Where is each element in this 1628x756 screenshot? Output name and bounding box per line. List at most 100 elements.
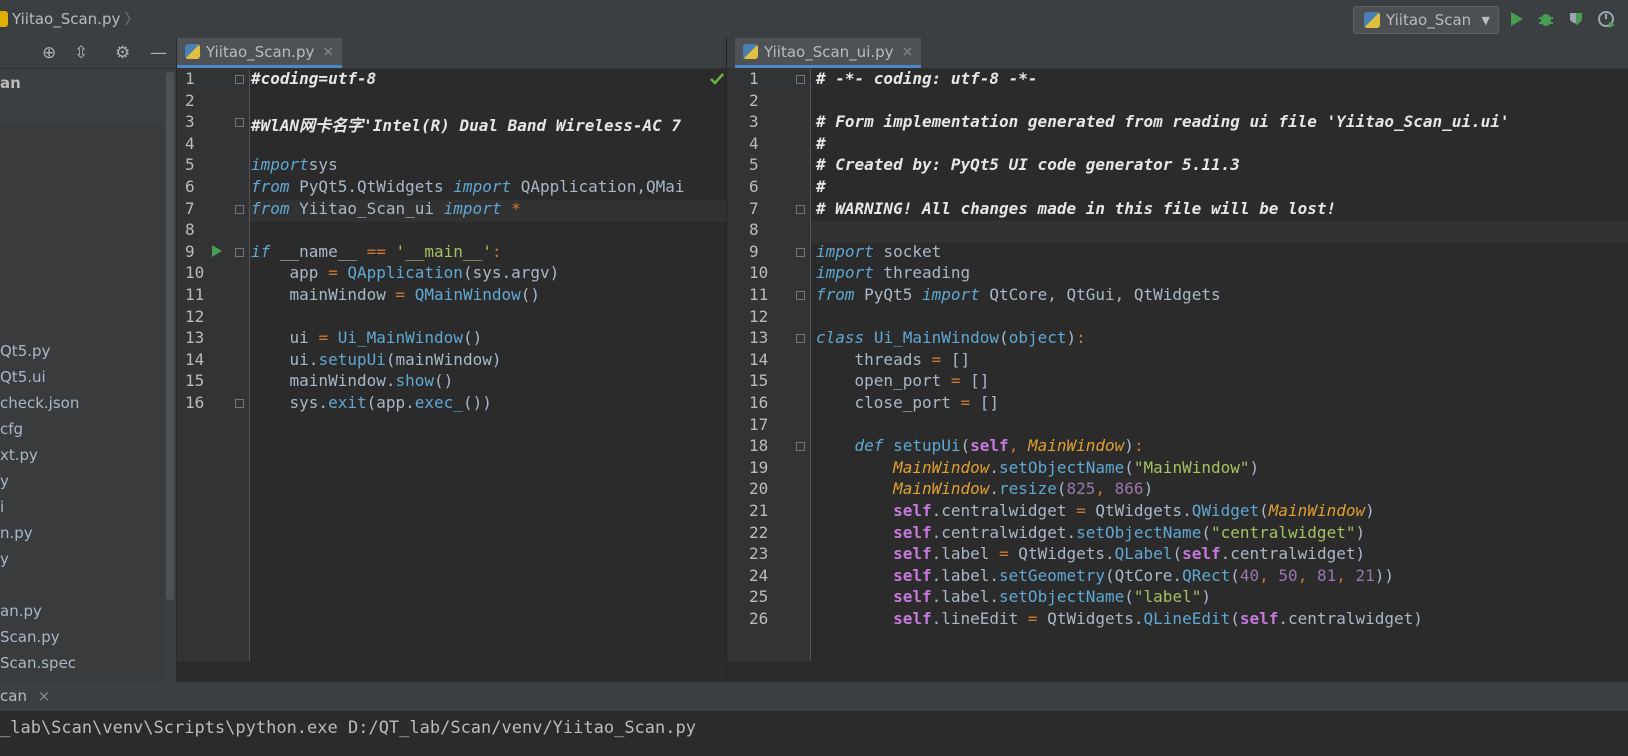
project-file-item[interactable]: n.py [0, 520, 81, 546]
code-token: (sys.argv) [462, 263, 560, 283]
close-icon[interactable]: × [38, 687, 51, 705]
code-token: 40 [1239, 565, 1260, 585]
run-configuration-select[interactable]: Yiitao_Scan ▼ [1353, 6, 1499, 34]
fold-marker-icon[interactable] [235, 118, 244, 128]
breadcrumb[interactable]: Yiitao_Scan.py 〉 [0, 8, 139, 29]
line-number: 6 [749, 177, 759, 196]
code-line: # Created by: PyQt5 UI code generator 5.… [816, 155, 1240, 174]
code-token: setObjectName [1076, 522, 1202, 542]
project-file-item[interactable]: y [0, 468, 81, 494]
run-gutter-icon[interactable] [211, 244, 223, 258]
breadcrumb-file[interactable]: Yiitao_Scan.py [12, 10, 120, 28]
code-token: () [462, 328, 483, 348]
editor-split-divider[interactable] [726, 38, 727, 682]
code-token: ( [1201, 522, 1211, 542]
line-number: 3 [749, 112, 759, 132]
line-number: 19 [749, 457, 769, 477]
left-code-editor[interactable]: 1 2 3 4 5 6 7 8 9 10 11 12 13 14 15 16 #coding=utf-8 #WlA… [177, 69, 726, 661]
code-token: sys. [251, 393, 329, 412]
collapse-all-icon[interactable]: ⇳ [74, 43, 88, 63]
code-token: from [816, 285, 855, 304]
current-line-highlight [811, 221, 1628, 244]
code-token: ( [999, 328, 1009, 348]
code-line: importsys [251, 155, 338, 174]
project-tool-window: ⊕ ⇳ ⚙ — an Qt5.py Qt5.ui check.json cfg … [0, 38, 177, 698]
fold-marker-icon[interactable] [796, 247, 805, 257]
line-number: 1 [185, 69, 195, 88]
project-file-item[interactable]: xt.py [0, 442, 81, 468]
code-token: exit [328, 393, 367, 412]
code-token: , [1008, 436, 1019, 456]
project-file-item[interactable]: check.json [0, 390, 81, 416]
line-number: 16 [185, 393, 205, 412]
run-icon[interactable] [1507, 10, 1525, 28]
code-token: QMainWindow [414, 285, 521, 304]
code-token: setGeometry [999, 565, 1105, 585]
code-token: .centralwidget [931, 501, 1077, 520]
run-configuration-label: Yiitao_Scan [1386, 11, 1472, 29]
line-number: 22 [749, 522, 769, 542]
project-file-item[interactable]: Scan.spec [0, 650, 81, 676]
code-line: MainWindow.resize(825, 866) [816, 479, 1153, 498]
project-file-item[interactable]: an.py [0, 598, 81, 624]
code-token: self [1182, 544, 1221, 564]
project-file-item[interactable]: y [0, 546, 81, 572]
tab-yiitao-scan[interactable]: Yiitao_Scan.py × [177, 38, 343, 68]
close-icon[interactable]: × [902, 44, 914, 60]
code-line: import socket [816, 242, 941, 261]
code-token: self [893, 609, 932, 628]
fold-marker-icon[interactable] [235, 247, 244, 257]
gear-icon[interactable]: ⚙ [115, 43, 130, 63]
code-token: class [816, 328, 865, 348]
fold-marker-icon[interactable] [796, 291, 805, 300]
code-token: self [893, 501, 932, 520]
tab-label: Yiitao_Scan_ui.py [764, 42, 894, 61]
fold-marker-icon[interactable] [796, 442, 805, 452]
right-editor-gutter [727, 69, 810, 661]
code-line: MainWindow.setObjectName("MainWindow") [816, 458, 1259, 477]
fold-marker-icon[interactable] [796, 75, 805, 84]
code-token: QLineEdit [1143, 609, 1231, 628]
code-token: [] [970, 393, 1000, 412]
line-number: 3 [185, 112, 195, 132]
tab-yiitao-scan-ui[interactable]: Yiitao_Scan_ui.py × [735, 38, 922, 68]
coverage-icon[interactable] [1567, 10, 1585, 28]
code-token: ui [251, 328, 319, 348]
profile-icon[interactable] [1597, 10, 1615, 28]
fold-marker-icon[interactable] [235, 399, 244, 408]
inspection-ok-icon [710, 73, 724, 85]
code-token: .centralwidget) [1278, 609, 1423, 628]
locate-icon[interactable]: ⊕ [42, 43, 56, 63]
run-tab[interactable]: can × [0, 687, 50, 705]
right-code-editor[interactable]: 1 2 3 4 5 6 7 8 9 10 11 12 13 14 15 16 17 18 19 20 21 22 23 24 2… [727, 69, 1628, 661]
project-file-item[interactable]: cfg [0, 416, 81, 442]
project-file-item[interactable] [0, 572, 81, 598]
debug-icon[interactable] [1537, 10, 1555, 28]
code-token: QtWidgets. [1037, 609, 1144, 628]
fold-marker-icon[interactable] [796, 204, 805, 214]
fold-marker-icon[interactable] [235, 204, 244, 214]
code-token: MainWindow [893, 457, 990, 477]
project-file-item[interactable]: i [0, 494, 81, 520]
line-number: 11 [185, 285, 205, 304]
fold-marker-icon[interactable] [796, 334, 805, 344]
line-number: 9 [749, 241, 759, 261]
project-file-item[interactable]: Scan.py [0, 624, 81, 650]
line-number: 13 [185, 328, 205, 348]
minimize-icon[interactable]: — [150, 43, 167, 63]
code-token: : [1076, 328, 1086, 348]
project-file-item[interactable]: Qt5.ui [0, 364, 81, 390]
close-icon[interactable]: × [322, 44, 334, 60]
code-token: = [318, 328, 329, 348]
code-token: ()) [462, 393, 492, 412]
fold-marker-icon[interactable] [235, 75, 244, 84]
project-scrollbar[interactable] [166, 72, 174, 600]
project-root-label[interactable]: an [0, 74, 21, 92]
project-file-item[interactable]: Qt5.py [0, 338, 81, 364]
code-token: = [1027, 609, 1038, 628]
code-token: . [989, 479, 1000, 499]
